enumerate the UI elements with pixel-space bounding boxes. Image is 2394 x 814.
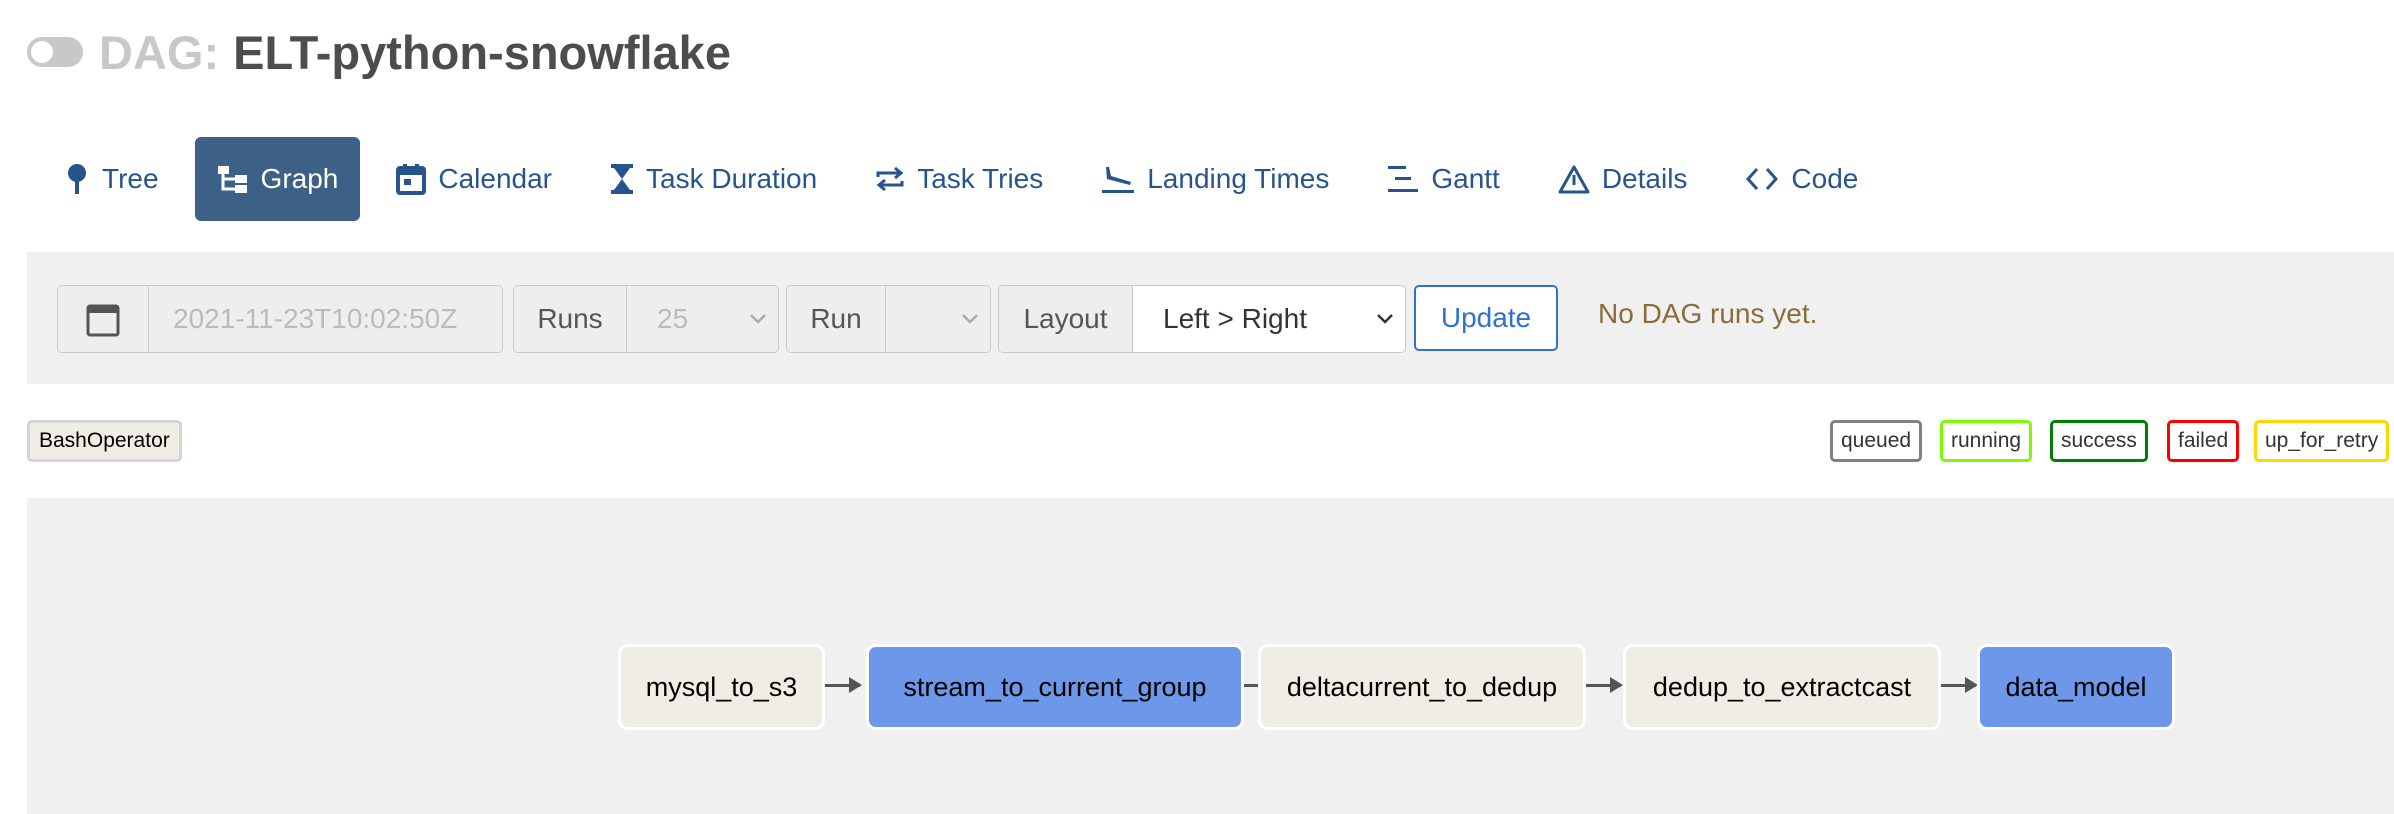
tab-landing-times[interactable]: Landing Times xyxy=(1079,137,1351,221)
state-legend-success[interactable]: success xyxy=(2050,420,2148,462)
calendar-addon[interactable] xyxy=(58,286,149,352)
tab-label: Landing Times xyxy=(1147,163,1330,194)
calendar-icon xyxy=(86,304,120,337)
dag-graph-canvas[interactable]: mysql_to_s3 stream_to_current_group delt… xyxy=(27,498,2394,814)
operator-legend-bashoperator: BashOperator xyxy=(27,420,182,462)
runs-select-value: 25 xyxy=(657,303,689,334)
code-icon xyxy=(1746,167,1779,191)
dag-prefix: DAG: xyxy=(99,25,220,79)
graph-node-dedup-to-extractcast[interactable]: dedup_to_extractcast xyxy=(1623,644,1941,730)
tab-details[interactable]: Details xyxy=(1536,137,1710,221)
tab-task-tries[interactable]: Task Tries xyxy=(853,137,1065,221)
graph-node-stream-to-current-group[interactable]: stream_to_current_group xyxy=(866,644,1244,730)
base-date-input[interactable]: 2021-11-23T10:02:50Z xyxy=(149,286,502,352)
tab-gantt[interactable]: Gantt xyxy=(1365,137,1521,221)
tab-label: Calendar xyxy=(438,163,553,194)
layout-select[interactable]: Left > Right xyxy=(1133,286,1405,352)
run-select[interactable] xyxy=(886,286,990,352)
runs-group: Runs 25 xyxy=(513,285,779,353)
tab-label: Task Duration xyxy=(646,163,818,194)
tab-calendar[interactable]: Calendar xyxy=(374,137,574,221)
tab-label: Graph xyxy=(260,163,339,194)
gantt-icon xyxy=(1388,166,1419,192)
runs-select[interactable]: 25 xyxy=(627,286,778,352)
calendar-icon xyxy=(396,164,427,195)
state-legend-up-for-retry[interactable]: up_for_retry xyxy=(2254,420,2390,462)
tab-tree[interactable]: Tree xyxy=(42,137,181,221)
dag-title: ELT-python-snowflake xyxy=(233,25,731,79)
tab-task-duration[interactable]: Task Duration xyxy=(588,137,839,221)
graph-node-mysql-to-s3[interactable]: mysql_to_s3 xyxy=(618,644,825,730)
plane-landing-icon xyxy=(1102,167,1135,193)
tab-label: Details xyxy=(1601,163,1688,194)
layout-label: Layout xyxy=(999,286,1133,352)
title-row: DAG: ELT-python-snowflake xyxy=(27,22,731,82)
chevron-down-icon xyxy=(1377,314,1393,324)
tab-label: Code xyxy=(1791,163,1859,194)
base-date-group: 2021-11-23T10:02:50Z xyxy=(57,285,503,353)
graph-edge xyxy=(1586,677,1623,693)
tab-label: Gantt xyxy=(1431,163,1500,194)
run-group: Run xyxy=(786,285,991,353)
retry-icon xyxy=(876,166,904,192)
graph-node-deltacurrent-to-dedup[interactable]: deltacurrent_to_dedup xyxy=(1258,644,1586,730)
toggle-knob xyxy=(31,41,53,63)
graph-edge xyxy=(825,677,862,693)
chevron-down-icon xyxy=(962,314,978,324)
graph-edge xyxy=(1941,677,1978,693)
state-legend-queued[interactable]: queued xyxy=(1830,420,1923,462)
update-button[interactable]: Update xyxy=(1414,285,1558,351)
graph-icon xyxy=(217,166,247,193)
state-legend-failed[interactable]: failed xyxy=(2167,420,2240,462)
dag-pause-toggle[interactable] xyxy=(27,37,83,67)
graph-node-data-model[interactable]: data_model xyxy=(1977,644,2175,730)
layout-select-value: Left > Right xyxy=(1163,303,1307,334)
warning-triangle-icon xyxy=(1558,165,1590,194)
tab-graph[interactable]: Graph xyxy=(194,137,361,221)
state-legend-running[interactable]: running xyxy=(1940,420,2033,462)
chevron-down-icon xyxy=(750,314,766,324)
layout-group: Layout Left > Right xyxy=(998,285,1406,353)
tree-icon xyxy=(68,164,86,194)
dag-view-tabs: Tree Graph Calendar Task Duration Task T… xyxy=(42,136,1894,222)
graph-controls: 2021-11-23T10:02:50Z Runs 25 Run Layout … xyxy=(27,252,2394,384)
hourglass-icon xyxy=(611,164,634,194)
tab-label: Tree xyxy=(102,163,159,194)
run-label: Run xyxy=(787,286,886,352)
runs-label: Runs xyxy=(514,286,627,352)
tab-code[interactable]: Code xyxy=(1723,137,1880,221)
tab-label: Task Tries xyxy=(917,163,1044,194)
dag-run-status: No DAG runs yet. xyxy=(1598,298,1818,329)
